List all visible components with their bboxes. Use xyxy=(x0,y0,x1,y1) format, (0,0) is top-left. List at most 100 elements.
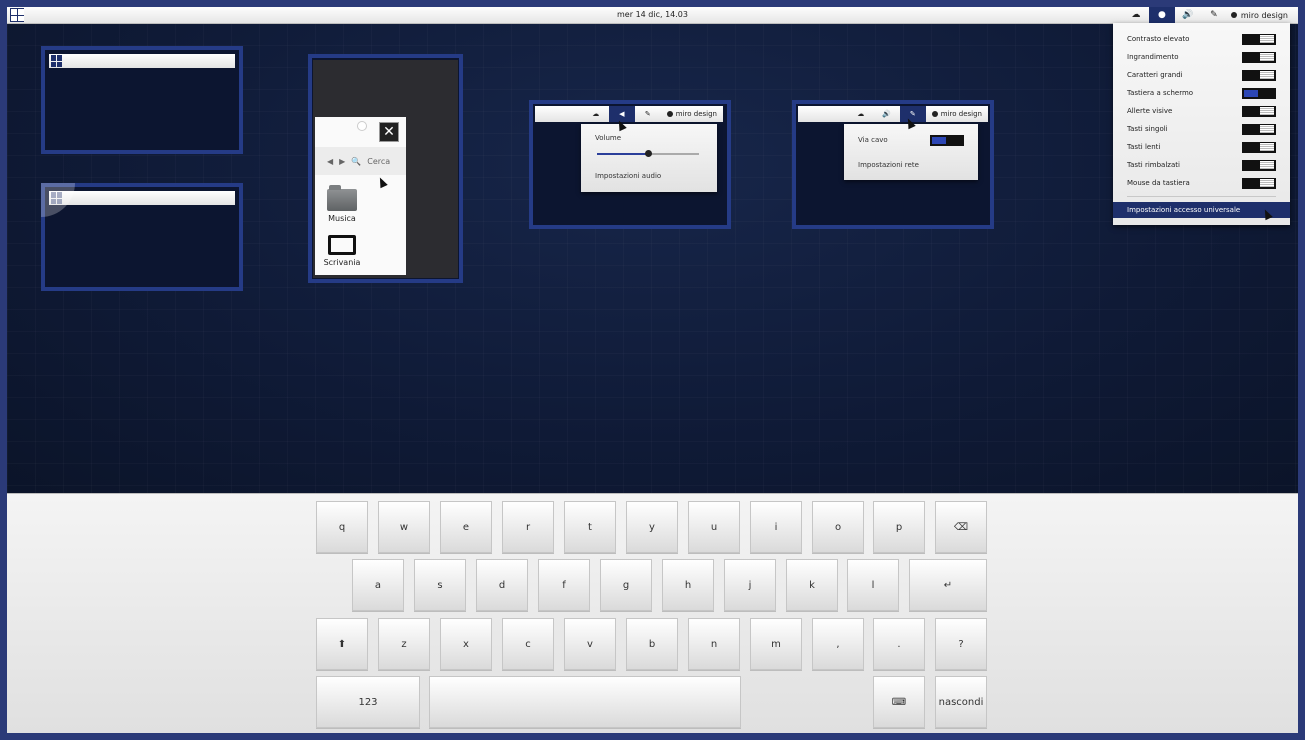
backspace-key[interactable]: ⌫ xyxy=(935,501,987,553)
mini-top-bar: ☁ ◀ ✎ miro design xyxy=(535,106,723,122)
forward-icon[interactable]: ▶ xyxy=(339,157,345,166)
top-bar: mer 14 dic, 14.03 ☁ ● 🔊 ✎ miro design xyxy=(7,7,1298,24)
keyboard-layout-key[interactable]: ⌨ xyxy=(873,676,925,728)
screen: mer 14 dic, 14.03 ☁ ● 🔊 ✎ miro design ◀ … xyxy=(7,7,1298,733)
a11y-item-visual-alerts[interactable]: Allerte visive xyxy=(1127,104,1276,118)
workspace-thumbnail-2[interactable] xyxy=(41,183,243,291)
a11y-label: Ingrandimento xyxy=(1127,53,1179,61)
a11y-item-zoom[interactable]: Ingrandimento xyxy=(1127,50,1276,64)
key-o[interactable]: o xyxy=(812,501,864,553)
toggle-switch[interactable] xyxy=(1242,51,1276,63)
key-question[interactable]: ? xyxy=(935,618,987,670)
key-w[interactable]: w xyxy=(378,501,430,553)
key-a[interactable]: a xyxy=(352,559,404,611)
a11y-label: Tastiera a schermo xyxy=(1127,89,1194,97)
key-b[interactable]: b xyxy=(626,618,678,670)
user-menu: miro design xyxy=(926,110,988,118)
key-p[interactable]: p xyxy=(873,501,925,553)
a11y-item-screen-keyboard[interactable]: Tastiera a schermo xyxy=(1127,86,1276,100)
key-h[interactable]: h xyxy=(662,559,714,611)
volume-thumbnail[interactable]: ☁ ◀ ✎ miro design Volume Impostazioni au… xyxy=(529,100,731,229)
volume-slider-fill xyxy=(597,153,648,155)
key-r[interactable]: r xyxy=(502,501,554,553)
key-k[interactable]: k xyxy=(786,559,838,611)
key-g[interactable]: g xyxy=(600,559,652,611)
user-status-icon xyxy=(666,111,673,117)
wired-toggle[interactable] xyxy=(930,135,964,146)
network-settings-link[interactable]: Impostazioni rete xyxy=(858,161,919,169)
key-period[interactable]: . xyxy=(873,618,925,670)
network-thumbnail[interactable]: ☁ 🔊 ✎ miro design Via cavo Impostazioni … xyxy=(792,100,994,229)
folder-musica[interactable]: Musica xyxy=(312,185,372,223)
shift-key[interactable]: ⬆ xyxy=(316,618,368,670)
numbers-key[interactable]: 123 xyxy=(316,676,420,728)
close-icon[interactable]: ✕ xyxy=(379,122,399,142)
key-q[interactable]: q xyxy=(316,501,368,553)
on-screen-keyboard: q w e r t y u i o p ⌫ a s d f g h j k l … xyxy=(7,493,1298,733)
network-popup: Via cavo Impostazioni rete xyxy=(844,124,978,180)
a11y-label: Allerte visive xyxy=(1127,107,1173,115)
toggle-switch[interactable] xyxy=(1242,87,1276,99)
key-v[interactable]: v xyxy=(564,618,616,670)
volume-icon[interactable]: 🔊 xyxy=(1175,7,1201,23)
audio-settings-link[interactable]: Impostazioni audio xyxy=(595,172,661,180)
workspace-thumbnail-1[interactable] xyxy=(41,46,243,154)
a11y-label: Tasti lenti xyxy=(1127,143,1161,151)
clock[interactable]: mer 14 dic, 14.03 xyxy=(7,10,1298,19)
key-y[interactable]: y xyxy=(626,501,678,553)
space-key[interactable] xyxy=(429,676,741,728)
key-u[interactable]: u xyxy=(688,501,740,553)
apps-grid-icon xyxy=(51,55,63,67)
search-icon[interactable]: 🔍 xyxy=(351,157,361,166)
menu-divider xyxy=(1127,196,1276,197)
back-icon[interactable]: ◀ xyxy=(327,157,333,166)
hot-corner-ripple xyxy=(41,183,75,217)
key-m[interactable]: m xyxy=(750,618,802,670)
toggle-switch[interactable] xyxy=(1242,123,1276,135)
toggle-switch[interactable] xyxy=(1242,105,1276,117)
folder-label: Scrivania xyxy=(323,258,361,267)
a11y-item-large-text[interactable]: Caratteri grandi xyxy=(1127,68,1276,82)
accessibility-menu: Contrasto elevato Ingrandimento Caratter… xyxy=(1113,23,1290,225)
key-x[interactable]: x xyxy=(440,618,492,670)
key-d[interactable]: d xyxy=(476,559,528,611)
a11y-label: Tasti rimbalzati xyxy=(1127,161,1180,169)
toggle-switch[interactable] xyxy=(1242,177,1276,189)
cloud-icon[interactable]: ☁ xyxy=(1123,7,1149,23)
a11y-item-bounce-keys[interactable]: Tasti rimbalzati xyxy=(1127,158,1276,172)
key-t[interactable]: t xyxy=(564,501,616,553)
pencil-icon[interactable]: ✎ xyxy=(1201,7,1227,23)
user-name: miro design xyxy=(940,110,982,118)
key-i[interactable]: i xyxy=(750,501,802,553)
volume-slider[interactable] xyxy=(597,150,699,157)
user-menu[interactable]: miro design xyxy=(1227,11,1298,20)
toggle-switch[interactable] xyxy=(1242,33,1276,45)
key-l[interactable]: l xyxy=(847,559,899,611)
mini-top-bar: ☁ 🔊 ✎ miro design xyxy=(798,106,988,122)
hide-keyboard-key[interactable]: nascondi xyxy=(935,676,987,728)
folder-scrivania[interactable]: Scrivania xyxy=(312,235,372,267)
a11y-label: Caratteri grandi xyxy=(1127,71,1183,79)
enter-key[interactable]: ↵ xyxy=(909,559,987,611)
a11y-item-mouse-keys[interactable]: Mouse da tastiera xyxy=(1127,176,1276,190)
window-control-icon[interactable] xyxy=(357,121,367,131)
key-e[interactable]: e xyxy=(440,501,492,553)
key-n[interactable]: n xyxy=(688,618,740,670)
key-c[interactable]: c xyxy=(502,618,554,670)
toggle-switch[interactable] xyxy=(1242,159,1276,171)
a11y-item-slow-keys[interactable]: Tasti lenti xyxy=(1127,140,1276,154)
wired-label: Via cavo xyxy=(858,136,888,144)
volume-slider-knob[interactable] xyxy=(645,150,652,157)
user-menu: miro design xyxy=(661,110,723,118)
toggle-switch[interactable] xyxy=(1242,69,1276,81)
search-label[interactable]: Cerca xyxy=(367,157,390,166)
key-z[interactable]: z xyxy=(378,618,430,670)
key-comma[interactable]: , xyxy=(812,618,864,670)
a11y-item-high-contrast[interactable]: Contrasto elevato xyxy=(1127,32,1276,46)
key-j[interactable]: j xyxy=(724,559,776,611)
key-f[interactable]: f xyxy=(538,559,590,611)
key-s[interactable]: s xyxy=(414,559,466,611)
accessibility-icon[interactable]: ● xyxy=(1148,7,1175,23)
a11y-item-sticky-keys[interactable]: Tasti singoli xyxy=(1127,122,1276,136)
toggle-switch[interactable] xyxy=(1242,141,1276,153)
